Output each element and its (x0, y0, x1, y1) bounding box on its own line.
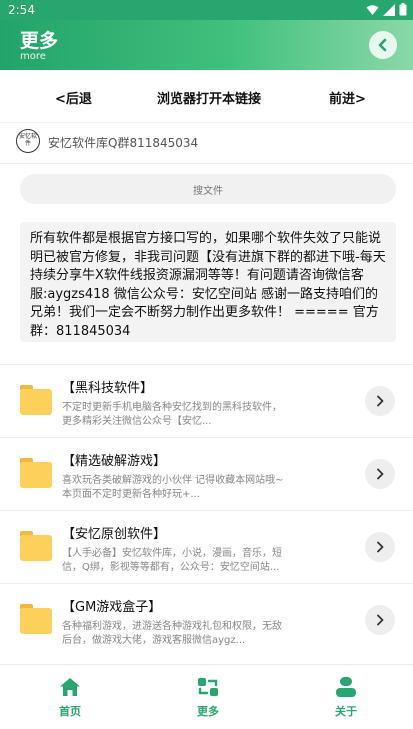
group-label: 安忆软件库Q群811845034 (48, 136, 199, 150)
notice-box: 所有软件都是根据官方接口写的，如果哪个软件失效了只能说明已被官方修复，非我司问题… (20, 222, 396, 342)
notice-text: 所有软件都是根据官方接口写的，如果哪个软件失效了只能说明已被官方修复，非我司问题… (30, 231, 386, 339)
back-button[interactable] (369, 31, 397, 59)
list-item[interactable]: 【精选破解游戏】 喜欢玩各类破解游戏的小伙伴 记得收藏本网站哦~本页面不定时更新… (0, 437, 413, 510)
tab-more[interactable]: 更多 (178, 677, 238, 719)
group-row[interactable]: 安忆软件 安忆软件库Q群811845034 (0, 122, 413, 164)
folder-icon (20, 531, 52, 561)
tab-home-label: 首页 (59, 705, 81, 718)
shuffle-icon (198, 678, 218, 696)
group-logo-text: 安忆软件 (18, 133, 37, 147)
page-subtitle: more (20, 51, 46, 62)
item-arrow-button[interactable] (365, 532, 395, 562)
search-input[interactable]: 搜文件 (20, 174, 396, 204)
tab-more-label: 更多 (197, 705, 219, 718)
category-list: 【黑科技软件】 不定时更新手机电脑各种安忆找到的黑科技软件，更多精彩关注微信公众… (0, 364, 413, 656)
chevron-right-icon (377, 614, 384, 626)
chevron-right-icon (377, 468, 384, 480)
search-placeholder: 搜文件 (193, 185, 223, 197)
item-description: 喜欢玩各类破解游戏的小伙伴 记得收藏本网站哦~本页面不定时更新各种好玩+... (62, 475, 284, 500)
status-icons (366, 3, 407, 16)
app-bar: 更多 more (0, 20, 413, 70)
item-arrow-button[interactable] (365, 605, 395, 635)
user-icon (336, 677, 356, 697)
item-title: 【安忆原创软件】 (62, 527, 167, 542)
group-logo: 安忆软件 (16, 129, 40, 153)
item-title: 【GM游戏盒子】 (62, 600, 162, 615)
item-title: 【精选破解游戏】 (62, 454, 167, 469)
tab-about[interactable]: 关于 (316, 677, 376, 719)
browser-back-link[interactable]: <后退 (55, 88, 92, 107)
folder-icon (20, 458, 52, 488)
item-description: 【人手必备】安忆软件库，小说，漫画，音乐，短信，Q绑，影视等等都有，公众号：安忆… (62, 548, 282, 573)
tab-home[interactable]: 首页 (40, 677, 100, 719)
tab-about-label: 关于 (335, 705, 357, 718)
item-title: 【黑科技软件】 (62, 381, 154, 396)
battery-icon (399, 3, 407, 16)
open-in-browser-link[interactable]: 浏览器打开本链接 (157, 88, 261, 107)
folder-icon (20, 385, 52, 415)
item-description: 各种福利游戏，进游送各种游戏礼包和权限，无敌后台，做游戏大佬，游戏客服微信ayg… (62, 621, 282, 646)
list-item[interactable]: 【黑科技软件】 不定时更新手机电脑各种安忆找到的黑科技软件，更多精彩关注微信公众… (0, 364, 413, 437)
signal-icon (383, 3, 395, 16)
status-bar: 2:54 (0, 0, 413, 20)
chevron-right-icon (377, 541, 384, 553)
page-title: 更多 (20, 30, 59, 52)
wifi-icon (366, 4, 379, 15)
chevron-left-icon (378, 38, 387, 52)
list-item[interactable]: 【安忆原创软件】 【人手必备】安忆软件库，小说，漫画，音乐，短信，Q绑，影视等等… (0, 510, 413, 583)
chevron-right-icon (377, 395, 384, 407)
browser-nav: <后退 浏览器打开本链接 前进> (0, 70, 413, 122)
item-arrow-button[interactable] (365, 459, 395, 489)
item-arrow-button[interactable] (365, 386, 395, 416)
bottom-tab-bar: 首页 更多 关于 (0, 664, 413, 729)
list-item[interactable]: 【GM游戏盒子】 各种福利游戏，进游送各种游戏礼包和权限，无敌后台，做游戏大佬，… (0, 583, 413, 656)
home-icon (60, 678, 80, 696)
item-description: 不定时更新手机电脑各种安忆找到的黑科技软件，更多精彩关注微信公众号【安忆... (62, 402, 282, 427)
folder-icon (20, 604, 52, 634)
browser-forward-link[interactable]: 前进> (329, 88, 366, 107)
status-time: 2:54 (8, 3, 35, 17)
